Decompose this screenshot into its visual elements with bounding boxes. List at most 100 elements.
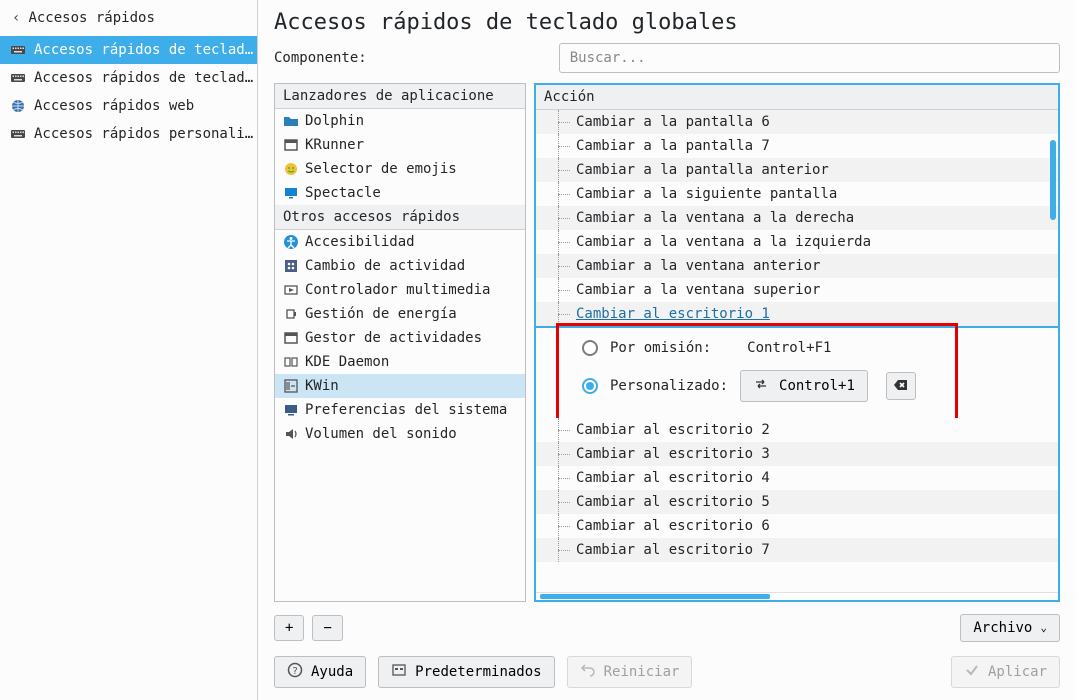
action-item[interactable]: Cambiar al escritorio 6 [536,514,1058,538]
sidebar-item-label: Accesos rápidos personali… [34,126,253,142]
component-item[interactable]: Preferencias del sistema [275,398,525,422]
chevron-down-icon: ⌄ [1040,621,1047,634]
action-item[interactable]: Cambiar a la ventana superior [536,278,1058,302]
sidebar-item[interactable]: Accesos rápidos personali… [0,120,257,148]
action-item[interactable]: Cambiar al escritorio 3 [536,442,1058,466]
help-button[interactable]: ? Ayuda [274,656,366,688]
shortcut-detail: Por omisión: Control+F1 Personalizado: C… [536,328,1058,418]
custom-shortcut-row[interactable]: Personalizado: Control+1 [582,370,1040,402]
tree-connector-icon [558,302,572,326]
component-item-label: Controlador multimedia [305,282,490,298]
component-item[interactable]: Selector de emojis [275,157,525,181]
action-item[interactable]: Cambiar al escritorio 1 [536,302,1058,328]
keyboard-icon [10,70,26,86]
sidebar-back[interactable]: ‹ Accesos rápidos [0,0,257,36]
custom-value: Control+1 [779,378,855,394]
component-item-label: Volumen del sonido [305,426,457,442]
reset-button: Reiniciar [567,656,693,688]
clear-shortcut-button[interactable] [886,372,916,400]
scrollbar-thumb-vertical[interactable] [1050,140,1056,220]
component-item[interactable]: Dolphin [275,109,525,133]
component-item[interactable]: Spectacle [275,181,525,205]
defaults-label: Predeterminados [415,664,541,680]
activity-icon [283,258,299,274]
default-shortcut-row[interactable]: Por omisión: Control+F1 [582,340,1040,356]
component-item[interactable]: KDE Daemon [275,350,525,374]
action-item[interactable]: Cambiar al escritorio 5 [536,490,1058,514]
page-title: Accesos rápidos de teclado globales [258,0,1076,43]
globe-icon [10,98,26,114]
tree-connector-icon [558,110,572,134]
emoji-icon [283,161,299,177]
shortcut-capture-button[interactable]: Control+1 [740,370,868,402]
component-item[interactable]: Controlador multimedia [275,278,525,302]
svg-text:?: ? [292,666,298,677]
component-item[interactable]: Gestión de energía [275,302,525,326]
component-item[interactable]: Volumen del sonido [275,422,525,446]
action-item[interactable]: Cambiar a la siguiente pantalla [536,182,1058,206]
component-item[interactable]: Accesibilidad [275,230,525,254]
action-item[interactable]: Cambiar a la ventana a la derecha [536,206,1058,230]
sound-icon [283,426,299,442]
action-item[interactable]: Cambiar al escritorio 7 [536,538,1058,562]
sidebar-item-label: Accesos rápidos de teclad… [34,70,253,86]
custom-label: Personalizado: [610,378,728,394]
apply-label: Aplicar [988,664,1047,680]
module-sidebar: ‹ Accesos rápidos Accesos rápidos de tec… [0,0,258,700]
tree-connector-icon [558,254,572,278]
sidebar-item[interactable]: Accesos rápidos web [0,92,257,120]
component-item[interactable]: Gestor de actividades [275,326,525,350]
add-button[interactable]: + [274,615,304,641]
action-header: Acción [536,85,1058,110]
scrollbar-horizontal[interactable] [536,592,1058,600]
tree-connector-icon [558,230,572,254]
swap-icon [753,376,769,396]
component-item[interactable]: Cambio de actividad [275,254,525,278]
component-item[interactable]: KWin [275,374,525,398]
action-item[interactable]: Cambiar a la pantalla 6 [536,110,1058,134]
settings-icon [283,402,299,418]
window-icon [283,330,299,346]
action-item[interactable]: Cambiar a la ventana anterior [536,254,1058,278]
tree-connector-icon [558,442,572,466]
tree-connector-icon [558,278,572,302]
sidebar-item[interactable]: Accesos rápidos de teclad… [0,64,257,92]
check-icon [964,662,980,682]
action-item[interactable]: Cambiar a la ventana a la izquierda [536,230,1058,254]
default-label: Por omisión: [610,340,711,356]
action-item[interactable]: Cambiar al escritorio 4 [536,466,1058,490]
component-tree[interactable]: Lanzadores de aplicacione Dolphin KRunner S… [274,83,526,602]
default-value: Control+F1 [747,340,831,356]
scrollbar-thumb-horizontal[interactable] [540,594,770,599]
component-item-label: Accesibilidad [305,234,415,250]
defaults-button[interactable]: Predeterminados [378,656,554,688]
tree-group-header: Lanzadores de aplicacione [275,84,525,109]
component-item-label: KRunner [305,137,364,153]
component-item-label: KDE Daemon [305,354,389,370]
file-menu-button[interactable]: Archivo ⌄ [960,614,1060,642]
keyboard-icon [10,42,26,58]
component-item-label: Dolphin [305,113,364,129]
defaults-icon [391,662,407,682]
action-item[interactable]: Cambiar a la pantalla 7 [536,134,1058,158]
action-tree[interactable]: Acción Cambiar a la pantalla 6Cambiar a … [534,83,1060,602]
component-item-label: Cambio de actividad [305,258,465,274]
radio-custom[interactable] [582,378,598,394]
action-item[interactable]: Cambiar a la pantalla anterior [536,158,1058,182]
main-panel: Accesos rápidos de teclado globales Comp… [258,0,1076,700]
tree-connector-icon [558,538,572,562]
kwin-icon [283,378,299,394]
action-item[interactable]: Cambiar al escritorio 2 [536,418,1058,442]
sidebar-item[interactable]: Accesos rápidos de teclad… [0,36,257,64]
tree-connector-icon [558,514,572,538]
sidebar-item-label: Accesos rápidos web [34,98,194,114]
tree-connector-icon [558,466,572,490]
component-item[interactable]: KRunner [275,133,525,157]
search-input[interactable] [559,43,1060,73]
tree-connector-icon [558,490,572,514]
remove-button[interactable]: − [312,615,342,641]
sidebar-item-label: Accesos rápidos de teclad… [34,42,253,58]
radio-default[interactable] [582,340,598,356]
file-menu-label: Archivo [973,620,1032,636]
component-item-label: KWin [305,378,339,394]
